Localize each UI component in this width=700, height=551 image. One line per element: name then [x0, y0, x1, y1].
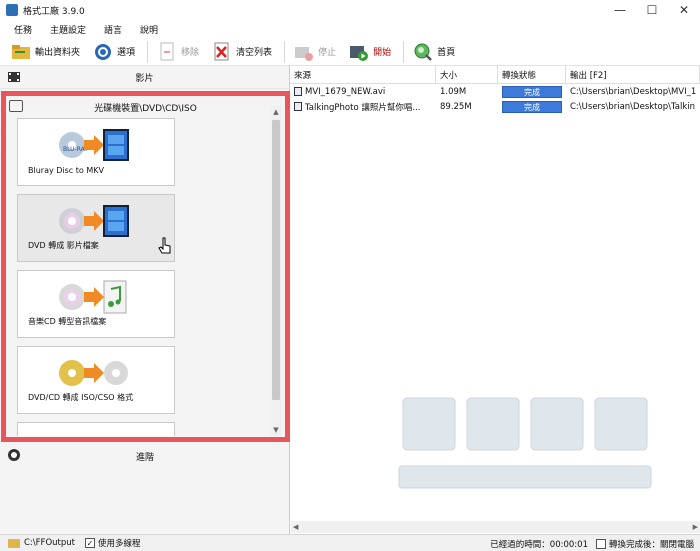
home-label: 首頁 — [437, 48, 456, 58]
toolbar-divider — [147, 40, 149, 63]
shutdown-checkbox[interactable] — [595, 538, 606, 549]
row-source: MVI_1679_NEW.avi — [305, 86, 386, 97]
file-icon — [294, 87, 302, 96]
start-button[interactable]: 開始 — [348, 40, 391, 64]
output-path[interactable]: C:\FFOutput — [24, 538, 75, 548]
category-video-label: 影片 — [135, 73, 154, 84]
status-bar: C:\FFOutput ✓ 使用多線程 已經過的時間：00:00:01 轉換完成… — [0, 534, 700, 551]
bluray-to-video-icon: BLU-RAY — [59, 129, 129, 161]
disc-category-title: 光碟機裝置\DVD\CD\ISO — [94, 103, 197, 114]
disc-tools-list: BLU-RAY Bluray Disc to MKV DVD 轉成 影片檔案 音… — [17, 118, 175, 436]
options-icon — [92, 41, 114, 63]
dvd-cd-to-iso-label: DVD/CD 轉成 ISO/CSO 格式 — [28, 393, 134, 402]
category-advanced-label: 進階 — [135, 453, 154, 463]
dvd-cd-to-iso-card[interactable]: DVD/CD 轉成 ISO/CSO 格式 — [17, 346, 175, 414]
disc-icon — [58, 431, 134, 436]
home-button[interactable]: 首頁 — [412, 40, 455, 64]
row-output: C:\Users\brian\Desktop\MVI_1 — [570, 86, 697, 97]
bluray-to-mkv-card[interactable]: BLU-RAY Bluray Disc to MKV — [17, 118, 175, 186]
disc-to-iso-icon — [59, 360, 128, 386]
scroll-up-arrow-icon[interactable]: ▲ — [270, 106, 282, 118]
watermark-logo — [398, 397, 652, 489]
output-folder-button[interactable]: 輸出資料夾 — [10, 40, 80, 64]
header-output[interactable]: 輸出 [F2] — [566, 66, 700, 83]
disc-list-scrollbar[interactable]: ▲ ▼ — [270, 106, 282, 436]
scroll-left-arrow-icon[interactable]: ◀ — [293, 523, 298, 531]
disc-category-panel: 光碟機裝置\DVD\CD\ISO BLU-RAY Bluray Disc to … — [1, 91, 290, 442]
audio-cd-to-audio-label: 音樂CD 轉型音訊檔案 — [28, 317, 107, 326]
hand-cursor-icon — [158, 237, 171, 254]
header-size[interactable]: 大小 — [436, 66, 498, 83]
toolbar: 輸出資料夾 選項 移除 清空列表 停止 開始 首頁 — [0, 38, 700, 66]
disc-category-header[interactable]: 光碟機裝置\DVD\CD\ISO — [6, 96, 285, 118]
multithread-label: 使用多線程 — [97, 539, 141, 549]
partial-card[interactable] — [17, 422, 175, 436]
menu-help[interactable]: 說明 — [140, 23, 158, 36]
menu-skin[interactable]: 主題設定 — [50, 23, 86, 36]
output-folder-icon — [8, 538, 20, 548]
menu-task[interactable]: 任務 — [14, 23, 32, 36]
row-source: TalkingPhoto 讓照片幫你唱... — [305, 102, 421, 113]
options-button[interactable]: 選項 — [92, 40, 135, 64]
stop-icon — [293, 41, 315, 63]
stop-label: 停止 — [318, 48, 337, 58]
table-row[interactable]: TalkingPhoto 讓照片幫你唱... 89.25M 完成 C:\User… — [290, 99, 700, 114]
scroll-thumb[interactable] — [272, 120, 280, 400]
stop-button[interactable]: 停止 — [293, 40, 336, 64]
toolbar-divider — [403, 40, 405, 63]
remove-label: 移除 — [181, 48, 200, 58]
remove-icon — [156, 41, 178, 63]
table-row[interactable]: MVI_1679_NEW.avi 1.09M 完成 C:\Users\brian… — [290, 84, 700, 99]
status-badge: 完成 — [502, 100, 562, 113]
dvd-to-video-card[interactable]: DVD 轉成 影片檔案 — [17, 194, 175, 262]
row-size: 1.09M — [440, 86, 467, 97]
close-button[interactable]: ✕ — [668, 0, 700, 20]
table-horizontal-scrollbar[interactable]: ◀ ▶ — [291, 521, 700, 533]
row-size: 89.25M — [440, 101, 472, 112]
dvd-to-video-label: DVD 轉成 影片檔案 — [28, 241, 99, 250]
category-advanced[interactable]: 進階 — [0, 445, 290, 468]
options-label: 選項 — [117, 48, 136, 58]
folder-icon — [10, 41, 32, 63]
home-globe-icon — [412, 41, 434, 63]
category-video[interactable]: 影片 — [0, 66, 289, 89]
dvd-to-video-icon — [59, 205, 129, 237]
audio-cd-to-audio-card[interactable]: 音樂CD 轉型音訊檔案 — [17, 270, 175, 338]
clear-list-button[interactable]: 清空列表 — [211, 40, 272, 64]
shutdown-label: 轉換完成後：關閉電腦 — [608, 539, 694, 550]
status-badge: 完成 — [502, 85, 562, 98]
file-icon — [294, 102, 302, 111]
disc-drive-icon — [9, 100, 23, 112]
clear-list-icon — [211, 41, 233, 63]
app-icon — [6, 4, 18, 16]
start-icon — [348, 41, 370, 63]
menu-bar: 任務 主題設定 語言 說明 — [0, 20, 700, 38]
clear-list-label: 清空列表 — [236, 48, 273, 58]
scroll-down-arrow-icon[interactable]: ▼ — [270, 424, 282, 436]
header-status[interactable]: 轉換狀態 — [498, 66, 566, 83]
start-label: 開始 — [373, 48, 392, 58]
menu-language[interactable]: 語言 — [104, 23, 122, 36]
bluray-to-mkv-label: Bluray Disc to MKV — [28, 166, 104, 175]
header-source[interactable]: 來源 — [290, 66, 436, 83]
output-folder-label: 輸出資料夾 — [35, 48, 81, 58]
cd-to-audio-icon — [59, 280, 127, 314]
table-header: 來源 大小 轉換狀態 輸出 [F2] — [290, 66, 700, 84]
toolbar-divider — [284, 40, 286, 63]
remove-button[interactable]: 移除 — [156, 40, 199, 64]
elapsed-time: 已經過的時間：00:00:01 — [490, 539, 588, 550]
minimize-button[interactable]: — — [604, 0, 636, 20]
multithread-checkbox[interactable]: ✓ — [84, 538, 95, 548]
maximize-button[interactable]: ☐ — [636, 0, 668, 20]
row-output: C:\Users\brian\Desktop\Talkin — [570, 101, 695, 112]
scroll-right-arrow-icon[interactable]: ▶ — [693, 523, 698, 531]
title-bar: 格式工廠 3.9.0 — ☐ ✕ — [0, 0, 700, 20]
window-title: 格式工廠 3.9.0 — [23, 6, 85, 17]
